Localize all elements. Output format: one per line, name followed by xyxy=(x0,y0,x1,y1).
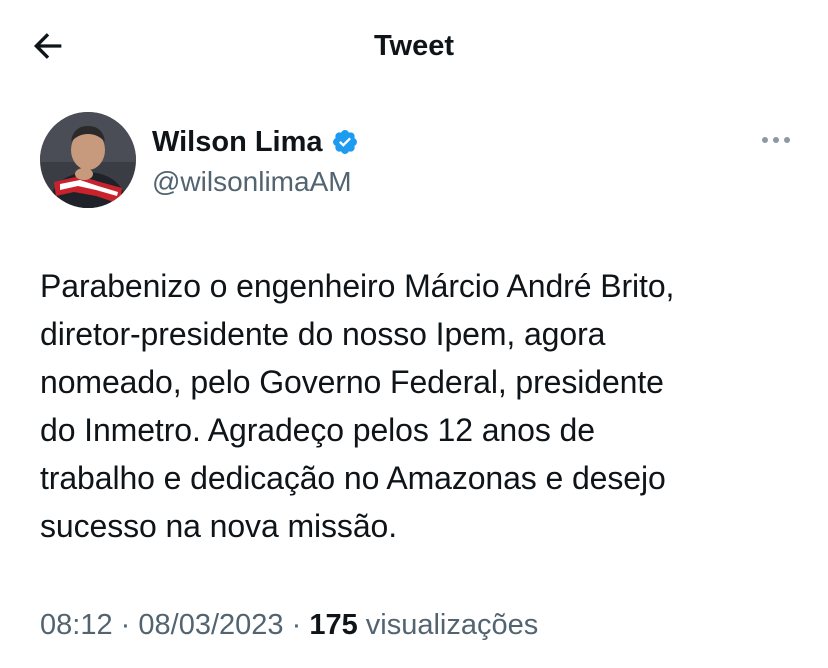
more-dot xyxy=(773,137,779,143)
more-options-button[interactable] xyxy=(752,126,800,154)
user-handle[interactable]: @wilsonlimaAM xyxy=(152,162,352,202)
name-row: Wilson Lima xyxy=(152,122,359,162)
tweet-time[interactable]: 08:12 xyxy=(40,609,113,641)
meta-separator: · xyxy=(120,609,131,641)
more-horizontal-icon xyxy=(762,137,768,143)
tweet-author: Wilson Lima @wilsonlimaAM xyxy=(40,112,800,212)
tweet-text: Parabenizo o engenheiro Márcio André Bri… xyxy=(40,268,675,544)
verified-badge-icon xyxy=(331,128,359,156)
avatar-image xyxy=(40,112,136,208)
display-name[interactable]: Wilson Lima xyxy=(152,126,323,159)
meta-separator: · xyxy=(291,609,302,641)
tweet-date[interactable]: 08/03/2023 xyxy=(138,609,283,641)
page-title: Tweet xyxy=(373,30,455,62)
avatar[interactable] xyxy=(40,112,136,208)
views-count: 175 xyxy=(309,609,358,641)
views-label: visualizações xyxy=(365,609,539,641)
top-bar: Tweet xyxy=(0,0,828,90)
more-dot xyxy=(784,137,790,143)
tweet-meta: 08:12 · 08/03/2023 · 175 visualizações xyxy=(40,603,538,647)
